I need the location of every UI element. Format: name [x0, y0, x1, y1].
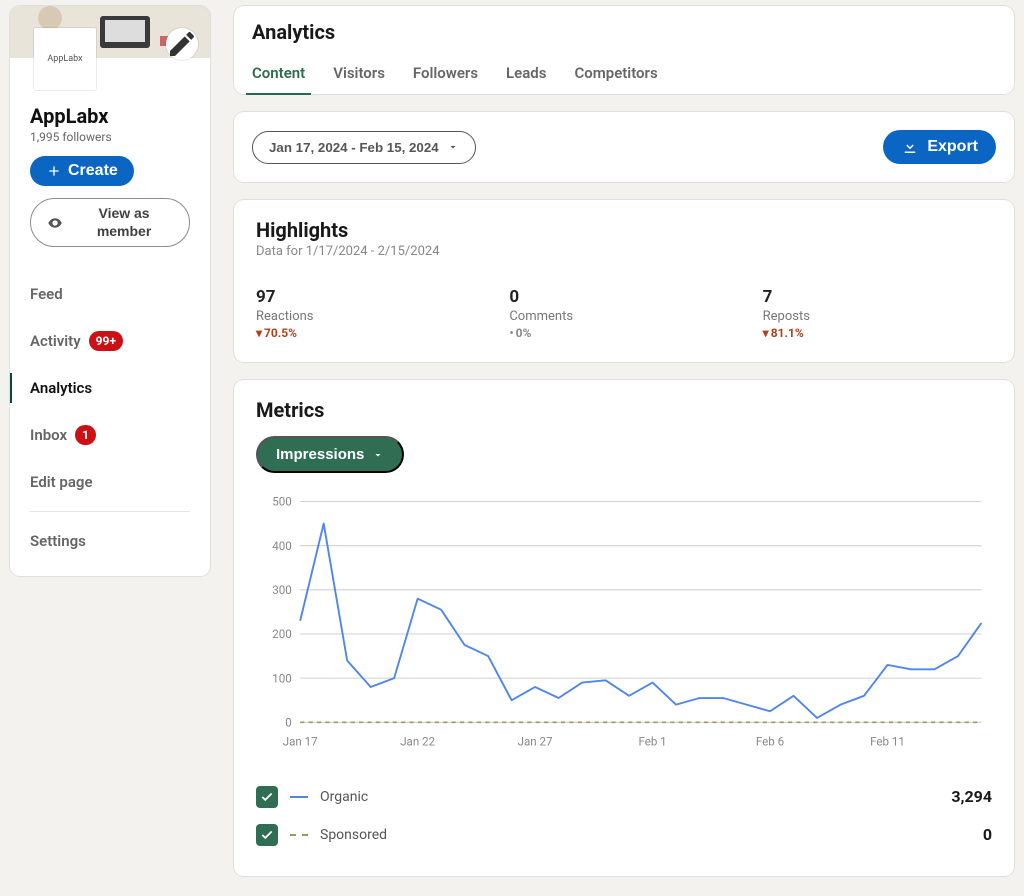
highlight-label: Comments — [509, 309, 738, 324]
highlights-card: Highlights Data for 1/17/2024 - 2/15/202… — [234, 200, 1014, 362]
sidebar-item-label: Activity — [30, 332, 81, 350]
highlight-label: Reactions — [256, 309, 485, 324]
trend-indicator: ▾81.1% — [763, 326, 992, 340]
highlight-comments: 0 Comments •0% — [509, 287, 738, 340]
edit-cover-button[interactable] — [166, 28, 198, 60]
svg-text:500: 500 — [272, 495, 291, 509]
highlight-value: 0 — [509, 287, 738, 307]
legend-label: Sponsored — [320, 827, 387, 843]
impressions-chart: 0 100 200 300 400 500 Jan 17 Jan 22 Jan 27 Feb 1 F… — [256, 491, 992, 758]
svg-text:0: 0 — [285, 716, 292, 730]
trend-value: 81.1% — [771, 326, 804, 340]
main: Analytics ContentVisitorsFollowersLeadsC… — [234, 6, 1014, 876]
highlight-value: 7 — [763, 287, 992, 307]
series-swatch-solid — [290, 796, 308, 798]
svg-text:400: 400 — [272, 539, 291, 553]
check-icon — [260, 828, 274, 842]
caret-down-icon — [447, 141, 459, 153]
cover-image: AppLabx — [10, 6, 210, 58]
metrics-card: Metrics Impressions 0 100 200 300 400 500 Jan … — [234, 380, 1014, 876]
legend-value: 3,294 — [951, 787, 992, 806]
highlight-reposts: 7 Reposts ▾81.1% — [763, 287, 992, 340]
svg-text:300: 300 — [272, 583, 291, 597]
legend-row-organic: Organic 3,294 — [256, 778, 992, 816]
sidebar-nav: Feed Activity 99+ Analytics Inbox 1 Edit page — [10, 271, 210, 505]
trend-value: 0% — [516, 326, 532, 340]
notification-badge: 99+ — [89, 331, 123, 351]
tab-competitors[interactable]: Competitors — [574, 64, 657, 94]
eye-icon — [47, 214, 63, 232]
sidebar-item-label: Feed — [30, 285, 63, 303]
download-icon — [901, 138, 919, 156]
trend-down-icon: ▾ — [763, 326, 769, 340]
sidebar-item-label: Settings — [30, 532, 86, 550]
highlight-label: Reposts — [763, 309, 992, 324]
highlights-subtitle: Data for 1/17/2024 - 2/15/2024 — [256, 244, 992, 259]
filter-card: Jan 17, 2024 - Feb 15, 2024 Export — [234, 112, 1014, 182]
sidebar-item-label: Analytics — [30, 379, 92, 397]
sidebar-item-settings[interactable]: Settings — [10, 518, 210, 564]
pencil-icon — [166, 28, 198, 60]
analytics-title: Analytics — [252, 20, 996, 44]
highlights-title: Highlights — [256, 218, 992, 242]
analytics-header-card: Analytics ContentVisitorsFollowersLeadsC… — [234, 6, 1014, 94]
notification-badge: 1 — [75, 425, 96, 445]
create-button[interactable]: Create — [30, 156, 134, 186]
export-button[interactable]: Export — [883, 130, 996, 164]
metric-selector[interactable]: Impressions — [256, 436, 404, 473]
highlight-value: 97 — [256, 287, 485, 307]
svg-text:200: 200 — [272, 627, 291, 641]
trend-value: 70.5% — [264, 326, 297, 340]
caret-down-icon — [372, 449, 384, 461]
svg-text:Jan 17: Jan 17 — [283, 734, 318, 748]
svg-text:Jan 27: Jan 27 — [518, 734, 553, 748]
tab-followers[interactable]: Followers — [413, 64, 478, 94]
highlight-reactions: 97 Reactions ▾70.5% — [256, 287, 485, 340]
tab-visitors[interactable]: Visitors — [333, 64, 385, 94]
legend-checkbox[interactable] — [256, 824, 278, 846]
series-swatch-dashed — [290, 834, 308, 836]
sidebar-item-analytics[interactable]: Analytics — [10, 365, 210, 411]
sidebar-item-label: Edit page — [30, 473, 93, 491]
sidebar-item-inbox[interactable]: Inbox 1 — [10, 411, 210, 459]
export-label: Export — [927, 138, 978, 156]
tab-leads[interactable]: Leads — [506, 64, 546, 94]
tab-bar: Content Visitors Followers Leads Competitors — [252, 64, 996, 94]
svg-text:Jan 22: Jan 22 — [400, 734, 435, 748]
svg-text:Feb 6: Feb 6 — [756, 734, 784, 748]
page-name: AppLabx — [30, 104, 190, 128]
legend-label: Organic — [320, 789, 368, 805]
sidebar-item-activity[interactable]: Activity 99+ — [10, 317, 210, 365]
svg-text:100: 100 — [272, 671, 291, 685]
svg-text:Feb 11: Feb 11 — [870, 734, 905, 748]
metric-selector-label: Impressions — [276, 446, 364, 463]
legend-value: 0 — [983, 825, 992, 844]
check-icon — [260, 790, 274, 804]
tab-content[interactable]: Content — [252, 64, 305, 94]
legend-checkbox[interactable] — [256, 786, 278, 808]
sidebar: AppLabx AppLabx 1,995 followers Create V… — [10, 6, 210, 576]
avatar[interactable]: AppLabx — [34, 28, 96, 90]
followers-count: 1,995 followers — [30, 130, 190, 144]
sidebar-item-feed[interactable]: Feed — [10, 271, 210, 317]
svg-text:Feb 1: Feb 1 — [638, 734, 666, 748]
plus-icon — [46, 163, 62, 179]
date-range-picker[interactable]: Jan 17, 2024 - Feb 15, 2024 — [252, 131, 476, 164]
trend-indicator: ▾70.5% — [256, 326, 485, 340]
view-as-member-button[interactable]: View as member — [30, 198, 190, 247]
create-button-label: Create — [68, 162, 118, 180]
date-range-label: Jan 17, 2024 - Feb 15, 2024 — [269, 140, 439, 155]
sidebar-item-label: Inbox — [30, 426, 67, 444]
sidebar-item-edit-page[interactable]: Edit page — [10, 459, 210, 505]
trend-indicator: •0% — [509, 326, 738, 340]
trend-down-icon: ▾ — [256, 326, 262, 340]
view-as-label: View as member — [75, 205, 173, 240]
sidebar-divider — [30, 511, 190, 512]
trend-neutral-icon: • — [509, 326, 513, 340]
metrics-title: Metrics — [256, 398, 992, 422]
avatar-text: AppLabx — [47, 54, 82, 64]
legend-row-sponsored: Sponsored 0 — [256, 816, 992, 854]
